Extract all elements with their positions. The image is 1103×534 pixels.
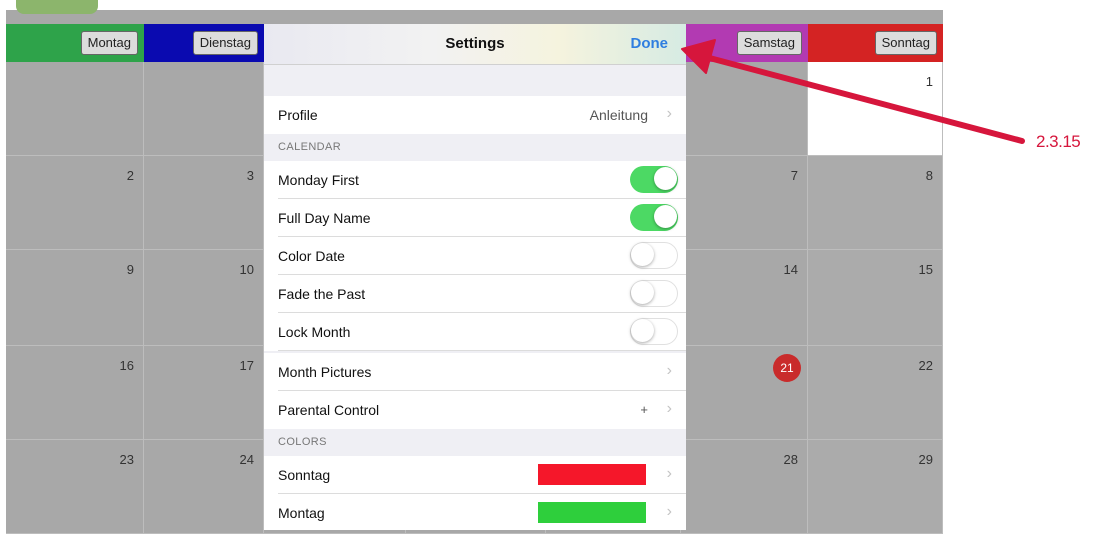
toggle-row: Fade the Past	[264, 275, 686, 313]
day-number: 8	[925, 168, 933, 183]
settings-title: Settings	[445, 35, 505, 52]
toggle-row: Monday First	[264, 161, 686, 199]
done-button[interactable]: Done	[631, 35, 669, 52]
calendar-section-header: CALENDAR	[278, 141, 342, 153]
color-label: Montag	[278, 505, 325, 521]
day-cell[interactable]: 10	[144, 250, 264, 346]
day-cell[interactable]: 29	[808, 440, 943, 534]
parental-control-row[interactable]: Parental Control + ›	[264, 391, 686, 429]
day-cell[interactable]: 9	[6, 250, 144, 346]
chevron-right-icon: ›	[666, 362, 672, 379]
toggle-label: Lock Month	[278, 324, 351, 340]
toggle-row: Full Day Name	[264, 199, 686, 237]
toggle-switch[interactable]	[630, 204, 678, 231]
day-number: 7	[790, 168, 798, 183]
colors-section-header: COLORS	[278, 436, 327, 448]
today-marker: 21	[773, 354, 801, 382]
weekday-header: Samstag	[681, 24, 808, 62]
day-cell[interactable]: 8	[808, 156, 943, 250]
toggle-switch[interactable]	[630, 318, 678, 345]
toggle-label: Full Day Name	[278, 210, 371, 226]
screenshot-stage: Montag Dienstag Samstag Sonntag 1 2 3 7 8 9 10 14 1…	[0, 0, 1103, 534]
profile-value: Anleitung	[589, 107, 648, 123]
toggle-label: Fade the Past	[278, 286, 366, 302]
month-pictures-row[interactable]: Month Pictures ›	[264, 353, 686, 391]
profile-label: Profile	[278, 107, 318, 123]
day-number: 15	[918, 262, 933, 277]
toggle-switch[interactable]	[630, 280, 678, 307]
top-bar	[6, 0, 943, 10]
weekday-header: Dienstag	[144, 24, 264, 62]
parental-control-label: Parental Control	[278, 402, 380, 418]
day-number: 16	[119, 358, 134, 373]
day-cell[interactable]	[6, 62, 144, 156]
day-number: 29	[918, 452, 933, 467]
day-cell[interactable]: 14	[681, 250, 808, 346]
weekday-header: Montag	[6, 24, 144, 62]
day-cell[interactable]: 17	[144, 346, 264, 440]
toggle-knob	[654, 205, 677, 228]
day-cell[interactable]: 21	[681, 346, 808, 440]
day-cell[interactable]	[681, 62, 808, 156]
color-row[interactable]: Montag ›	[264, 494, 686, 530]
day-cell[interactable]: 22	[808, 346, 943, 440]
weekday-label[interactable]: Samstag	[736, 31, 802, 55]
toggle-label: Monday First	[278, 172, 359, 188]
day-number: 3	[246, 168, 254, 183]
day-number: 2	[126, 168, 134, 183]
day-number: 17	[239, 358, 254, 373]
day-cell[interactable]: 15	[808, 250, 943, 346]
toggle-switch[interactable]	[630, 242, 678, 269]
day-number: 22	[918, 358, 933, 373]
annotation-label: 2.3.15	[1036, 132, 1081, 151]
row-separator	[278, 350, 686, 351]
color-label: Sonntag	[278, 467, 331, 483]
toggle-switch[interactable]	[630, 166, 678, 193]
toolbar-tab-button[interactable]	[16, 0, 98, 14]
month-pictures-label: Month Pictures	[278, 364, 372, 380]
weekday-header: Sonntag	[808, 24, 943, 62]
parental-control-value: +	[640, 402, 648, 417]
day-cell[interactable]: 28	[681, 440, 808, 534]
day-number: 1	[925, 74, 933, 89]
toggle-knob	[631, 243, 654, 266]
chevron-right-icon: ›	[666, 400, 672, 417]
color-row[interactable]: Sonntag ›	[264, 456, 686, 494]
chevron-right-icon: ›	[666, 465, 672, 482]
weekday-label[interactable]: Sonntag	[874, 31, 937, 55]
day-cell[interactable]: 16	[6, 346, 144, 440]
day-cell[interactable]: 2	[6, 156, 144, 250]
day-cell[interactable]: 7	[681, 156, 808, 250]
chevron-right-icon: ›	[666, 105, 672, 122]
day-number: 14	[783, 262, 798, 277]
chevron-right-icon: ›	[666, 503, 672, 520]
toggle-row: Color Date	[264, 237, 686, 275]
toggle-knob	[654, 167, 677, 190]
profile-row[interactable]: Profile Anleitung ›	[264, 96, 686, 134]
day-number: 10	[239, 262, 254, 277]
color-swatch	[538, 464, 646, 485]
day-cell[interactable]: 23	[6, 440, 144, 534]
day-cell[interactable]	[144, 62, 264, 156]
toggle-label: Color Date	[278, 248, 345, 264]
toggle-knob	[631, 281, 654, 304]
day-cell[interactable]: 24	[144, 440, 264, 534]
day-number: 9	[126, 262, 134, 277]
day-cell[interactable]: 1	[808, 62, 943, 156]
weekday-label[interactable]: Dienstag	[192, 31, 258, 55]
color-swatch	[538, 502, 646, 523]
weekday-label[interactable]: Montag	[80, 31, 138, 55]
day-number: 23	[119, 452, 134, 467]
day-number: 28	[783, 452, 798, 467]
toggle-knob	[631, 319, 654, 342]
day-number: 24	[239, 452, 254, 467]
toggle-row: Lock Month	[264, 313, 686, 351]
settings-navbar: Settings Done	[264, 24, 686, 65]
day-cell[interactable]: 3	[144, 156, 264, 250]
settings-panel: Settings Done Profile Anleitung › CALEND…	[264, 24, 686, 530]
